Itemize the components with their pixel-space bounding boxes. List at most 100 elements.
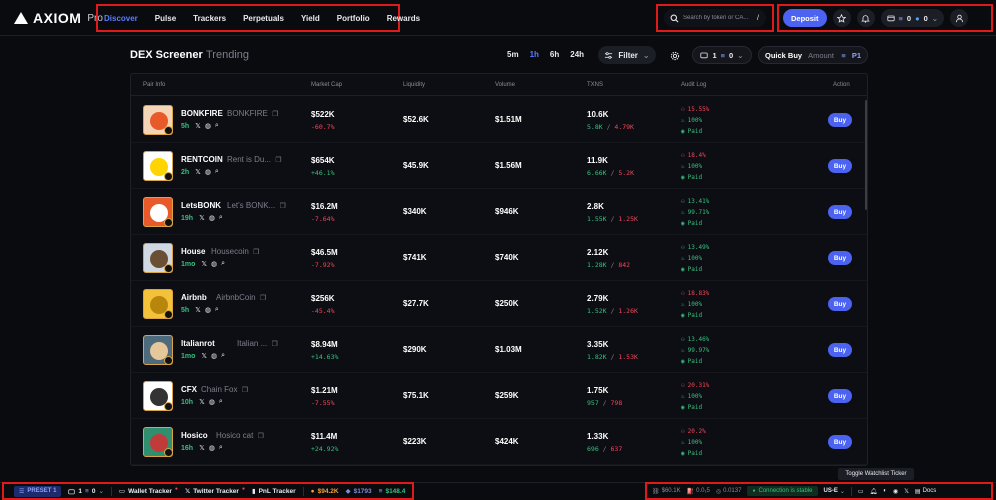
buy-button[interactable]: Buy — [828, 159, 852, 173]
quick-buy-amount-input[interactable]: Amount — [808, 51, 834, 60]
table-row[interactable]: CFX Chain Fox ❐ 10h 𝕏 ◍ ⌕ $1.21M -7.55% … — [131, 373, 867, 419]
header-volume[interactable]: Volume — [495, 82, 515, 88]
preset-badge[interactable]: ☰ PRESET 1 — [14, 485, 62, 497]
tab-trending[interactable]: Trending — [206, 49, 249, 61]
palette-icon[interactable]: ◐ — [883, 488, 887, 494]
globe-icon[interactable]: ◍ — [209, 214, 215, 222]
x-logo-icon[interactable]: 𝕏 — [195, 168, 201, 176]
search-icon[interactable]: ⌕ — [215, 168, 219, 176]
globe-icon[interactable]: ◍ — [209, 398, 215, 406]
wallet-balance-pill[interactable]: ≡ 0 ● 0 ⌄ — [880, 9, 945, 27]
copy-icon[interactable]: ❐ — [275, 157, 281, 164]
footer-wallet-selector[interactable]: 1 ≡ 0 ⌄ — [68, 487, 104, 495]
pnl-tracker-button[interactable]: ▮ PnL Tracker — [252, 487, 296, 496]
token-symbol[interactable]: RENTCOIN — [181, 155, 223, 164]
timeframe-6h[interactable]: 6h — [550, 50, 559, 59]
watchlist-button[interactable] — [832, 9, 851, 27]
nav-trackers[interactable]: Trackers — [193, 14, 235, 23]
timeframe-1h[interactable]: 1h — [530, 50, 539, 59]
table-scrollbar[interactable] — [865, 100, 867, 210]
token-symbol[interactable]: Italianrot — [181, 339, 215, 348]
nav-yield[interactable]: Yield — [301, 14, 329, 23]
copy-icon[interactable]: ❐ — [253, 249, 259, 256]
search-icon[interactable]: ⌕ — [215, 306, 219, 314]
header-audit-log[interactable]: Audit Log — [681, 82, 706, 88]
copy-icon[interactable]: ❐ — [260, 295, 266, 302]
search-icon[interactable]: ⌕ — [221, 352, 225, 360]
wallet-preset-selector[interactable]: 1 ≡ 0 ⌄ — [692, 46, 752, 64]
token-symbol[interactable]: House — [181, 247, 205, 256]
watchlist-ticker-toggle-icon[interactable]: ▭ — [858, 488, 864, 495]
buy-button[interactable]: Buy — [828, 297, 852, 311]
globe-icon[interactable]: ◍ — [205, 306, 211, 314]
notifications-button[interactable] — [856, 9, 875, 27]
copy-icon[interactable]: ❐ — [242, 387, 248, 394]
token-image[interactable] — [143, 105, 173, 135]
search-icon[interactable]: ⌕ — [215, 122, 219, 130]
token-image[interactable] — [143, 335, 173, 365]
logo[interactable]: AXIOM Pro — [14, 10, 103, 26]
buy-button[interactable]: Buy — [828, 343, 852, 357]
x-logo-icon[interactable]: 𝕏 — [195, 306, 201, 314]
globe-icon[interactable]: ◍ — [211, 352, 217, 360]
search-icon[interactable]: ⌕ — [219, 444, 223, 452]
x-logo-icon[interactable]: 𝕏 — [201, 260, 207, 268]
token-symbol[interactable]: Hosico — [181, 431, 208, 440]
nav-rewards[interactable]: Rewards — [387, 14, 429, 23]
table-row[interactable]: House Housecoin ❐ 1mo 𝕏 ◍ ⌕ $46.5M -7.92… — [131, 235, 867, 281]
search-input[interactable] — [683, 15, 753, 21]
token-symbol[interactable]: CFX — [181, 385, 197, 394]
timeframe-24h[interactable]: 24h — [570, 50, 584, 59]
discord-icon[interactable]: ◉ — [893, 488, 898, 495]
buy-button[interactable]: Buy — [828, 113, 852, 127]
token-symbol[interactable]: LetsBONK — [181, 201, 221, 210]
buy-button[interactable]: Buy — [828, 389, 852, 403]
token-image[interactable] — [143, 289, 173, 319]
copy-icon[interactable]: ❐ — [258, 433, 264, 440]
token-image[interactable] — [143, 197, 173, 227]
table-row[interactable]: BONKFIRE BONKFIRE ❐ 5h 𝕏 ◍ ⌕ $522K -60.7… — [131, 97, 867, 143]
search-icon[interactable]: ⌕ — [221, 260, 225, 268]
header-txns[interactable]: TXNS — [587, 82, 603, 88]
table-row[interactable]: Airbnb AirbnbCoin ❐ 5h 𝕏 ◍ ⌕ $256K -45.4… — [131, 281, 867, 327]
x-logo-icon[interactable]: 𝕏 — [199, 398, 205, 406]
twitter-tracker-button[interactable]: 𝕏 Twitter Tracker ● — [185, 486, 245, 496]
table-row[interactable]: Hosico Hosico cat ❐ 16h 𝕏 ◍ ⌕ $11.4M +24… — [131, 419, 867, 465]
nav-portfolio[interactable]: Portfolio — [337, 14, 379, 23]
search-icon[interactable]: ⌕ — [219, 214, 223, 222]
table-row[interactable]: RENTCOIN Rent is Du... ❐ 2h 𝕏 ◍ ⌕ $654K … — [131, 143, 867, 189]
token-image[interactable] — [143, 427, 173, 457]
globe-icon[interactable]: ◍ — [209, 444, 215, 452]
x-logo-icon[interactable]: 𝕏 — [199, 214, 205, 222]
copy-icon[interactable]: ❐ — [271, 341, 277, 348]
nav-discover[interactable]: Discover — [104, 14, 147, 23]
timeframe-5m[interactable]: 5m — [507, 50, 519, 59]
filter-button[interactable]: Filter ⌄ — [598, 46, 656, 64]
docs-link[interactable]: ▤ Docs — [915, 488, 936, 495]
nav-pulse[interactable]: Pulse — [155, 14, 185, 23]
globe-icon[interactable]: ◍ — [211, 260, 217, 268]
x-logo-icon[interactable]: 𝕏 — [201, 352, 207, 360]
buy-button[interactable]: Buy — [828, 205, 852, 219]
wallet-tracker-button[interactable]: ▭ Wallet Tracker ● — [119, 486, 178, 496]
token-symbol[interactable]: Airbnb — [181, 293, 207, 302]
table-row[interactable]: LetsBONK Let's BONK... ❐ 19h 𝕏 ◍ ⌕ $16.2… — [131, 189, 867, 235]
header-liquidity[interactable]: Liquidity — [403, 82, 425, 88]
token-image[interactable] — [143, 151, 173, 181]
deposit-button[interactable]: Deposit — [783, 9, 827, 27]
globe-icon[interactable]: ◍ — [205, 168, 211, 176]
tab-dex-screener[interactable]: DEX Screener — [130, 49, 203, 61]
search-icon[interactable]: ⌕ — [219, 398, 223, 406]
bell-icon[interactable]: 🔔︎ — [870, 488, 878, 495]
x-logo-icon[interactable]: 𝕏 — [904, 488, 909, 495]
x-logo-icon[interactable]: 𝕏 — [195, 122, 201, 130]
token-image[interactable] — [143, 381, 173, 411]
x-logo-icon[interactable]: 𝕏 — [199, 444, 205, 452]
buy-button[interactable]: Buy — [828, 251, 852, 265]
copy-icon[interactable]: ❐ — [279, 203, 285, 210]
token-symbol[interactable]: BONKFIRE — [181, 109, 223, 118]
header-market-cap[interactable]: Market Cap — [311, 82, 342, 88]
token-image[interactable] — [143, 243, 173, 273]
nav-perpetuals[interactable]: Perpetuals — [243, 14, 293, 23]
account-button[interactable] — [950, 9, 969, 27]
